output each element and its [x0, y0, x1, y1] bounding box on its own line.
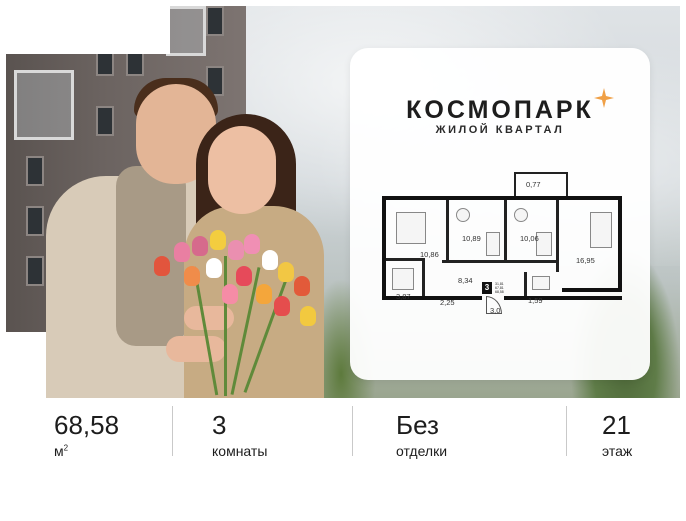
- rooms-unit: комнаты: [212, 443, 268, 459]
- floor-plan: 0,77 10,86 10,89 10,06 16,95 3,87 8,34 2…: [382, 172, 624, 340]
- tulip-bouquet: [144, 226, 334, 398]
- stat-rooms: 3 комнаты: [212, 410, 267, 459]
- room-area-bedroom-right: 10,06: [520, 234, 539, 243]
- stat-floor: 21 этаж: [602, 410, 632, 459]
- star-icon: [594, 88, 614, 108]
- room-area-wc: 1,59: [528, 296, 543, 305]
- finish-unit: отделки: [396, 443, 448, 459]
- divider: [352, 406, 353, 456]
- brand-name: КОСМОПАРК: [406, 96, 594, 124]
- stat-area: 68,58 м2: [54, 410, 119, 459]
- room-area-entry: 3,0: [490, 306, 501, 315]
- image-mask: [6, 6, 170, 54]
- stat-finish: Без отделки: [396, 410, 447, 459]
- brand-subtitle: ЖИЛОЙ КВАРТАЛ: [435, 124, 565, 136]
- badge-areas: 31,81 67,81 68,58: [495, 282, 504, 294]
- brand-logo: КОСМОПАРК: [350, 88, 650, 125]
- divider: [172, 406, 173, 456]
- room-area-kitchen: 16,95: [576, 256, 595, 265]
- room-area-bedroom-middle: 10,89: [462, 234, 481, 243]
- rooms-value: 3: [212, 410, 227, 440]
- finish-value: Без: [396, 410, 439, 440]
- room-area-bathroom: 3,87: [396, 292, 411, 301]
- area-value: 68,58: [54, 410, 120, 440]
- room-area-corridor: 2,25: [440, 298, 455, 307]
- room-area-balcony: 0,77: [526, 180, 541, 189]
- floor-unit: этаж: [602, 443, 633, 459]
- room-area-hall: 8,34: [458, 276, 473, 285]
- stats-bar: 68,58 м2 3 комнаты Без отделки 21 этаж: [6, 398, 680, 515]
- project-card: КОСМОПАРК ЖИЛОЙ КВАРТАЛ 0,77 10,86 10,89…: [350, 48, 650, 380]
- divider: [566, 406, 567, 456]
- woman-face: [208, 126, 276, 214]
- room-area-bedroom-left: 10,86: [420, 250, 439, 259]
- floor-value: 21: [602, 410, 631, 440]
- rooms-count-badge: 3: [482, 282, 492, 294]
- area-unit: м2: [54, 443, 69, 459]
